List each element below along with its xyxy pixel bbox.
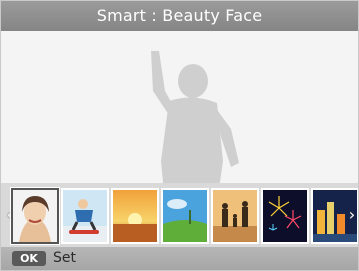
- scene-thumb-landscape[interactable]: [161, 188, 209, 244]
- scene-thumb-sunset[interactable]: [111, 188, 159, 244]
- scene-thumb-fireworks[interactable]: [261, 188, 309, 244]
- scene-thumb-beauty-face[interactable]: [11, 188, 59, 244]
- person-silhouette-icon: [151, 51, 239, 201]
- scene-filmstrip: ‹ ›: [1, 183, 358, 247]
- set-label: Set: [53, 250, 76, 266]
- live-preview: [1, 31, 358, 201]
- scroll-right-arrow[interactable]: ›: [345, 205, 358, 225]
- camera-screen: Smart : Beauty Face ‹ › OK Set: [0, 0, 359, 271]
- scene-thumb-backlight[interactable]: [211, 188, 259, 244]
- bottom-bar: OK Set: [1, 247, 358, 270]
- scene-thumb-action[interactable]: [61, 188, 109, 244]
- ok-button[interactable]: OK: [12, 251, 46, 266]
- mode-title: Smart : Beauty Face: [1, 1, 358, 31]
